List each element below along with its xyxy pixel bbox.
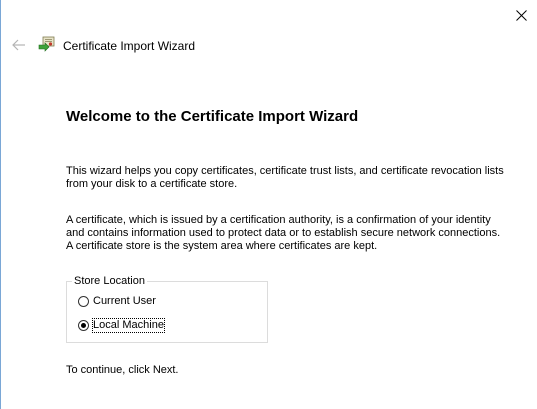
description-paragraph: A certificate, which is issued by a cert… bbox=[66, 214, 501, 252]
back-arrow-icon bbox=[12, 39, 25, 51]
back-button[interactable] bbox=[9, 36, 29, 54]
radio-local-machine-circle[interactable] bbox=[78, 320, 89, 331]
radio-current-user-circle[interactable] bbox=[78, 296, 89, 307]
radio-local-machine[interactable]: Local Machine bbox=[78, 318, 165, 333]
radio-local-machine-label[interactable]: Local Machine bbox=[92, 318, 165, 333]
certificate-wizard-icon bbox=[38, 36, 56, 54]
close-icon bbox=[515, 9, 527, 21]
intro-paragraph: This wizard helps you copy certificates,… bbox=[66, 165, 504, 190]
window-border bbox=[0, 0, 1, 409]
window-title: Certificate Import Wizard bbox=[63, 39, 196, 53]
radio-current-user-label[interactable]: Current User bbox=[93, 295, 156, 308]
continue-instruction: To continue, click Next. bbox=[66, 364, 179, 376]
store-location-label: Store Location bbox=[72, 275, 147, 288]
close-button[interactable] bbox=[505, 0, 537, 30]
store-location-group: Store Location Current User Local Machin… bbox=[66, 275, 268, 343]
page-heading: Welcome to the Certificate Import Wizard bbox=[66, 108, 359, 125]
radio-current-user[interactable]: Current User bbox=[78, 295, 156, 308]
